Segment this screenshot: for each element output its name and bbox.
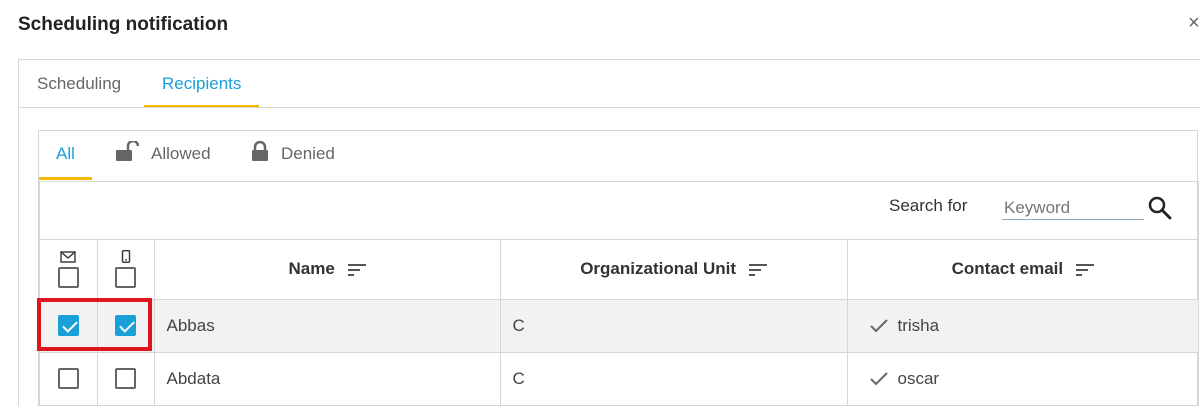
filter-denied[interactable]: Denied [234, 131, 352, 180]
highlight-annotation-box [37, 298, 152, 351]
locked-padlock-icon [252, 140, 268, 161]
search-icon[interactable] [1148, 196, 1172, 220]
check-icon [869, 372, 888, 386]
recipients-table: Name Organizational Unit Contact email A… [40, 240, 1198, 406]
organizational-unit-cell: C [500, 352, 848, 406]
mobile-column-header [97, 240, 155, 300]
dialog-title: Scheduling notification [18, 14, 229, 35]
name-header-label: Name [288, 259, 335, 279]
select-all-mobile-checkbox[interactable] [115, 267, 136, 289]
name-cell: Abbas [154, 299, 501, 353]
sort-icon[interactable] [347, 263, 366, 277]
filter-bar: All Allowed Denied [39, 131, 1199, 182]
name-cell: Abdata [154, 352, 501, 406]
contact-email-cell: oscar [847, 352, 1198, 406]
tab-recipients[interactable]: Recipients [144, 60, 260, 107]
contact-email-value: oscar [897, 368, 940, 388]
table-header-row: Name Organizational Unit Contact email [40, 240, 1198, 300]
filter-denied-label: Denied [281, 144, 335, 163]
filter-allowed[interactable]: Allowed [99, 131, 228, 180]
contact-email-value: trisha [897, 315, 940, 335]
filter-all-label: All [56, 144, 75, 163]
email-checkbox[interactable] [57, 368, 79, 389]
email-cell [40, 352, 98, 406]
email-column-header [40, 240, 98, 300]
organizational-unit-header-label: Organizational Unit [580, 259, 737, 279]
close-icon[interactable]: × [1188, 12, 1200, 35]
recipients-table-container: Search for Keyword Name Organizational U… [39, 181, 1199, 406]
select-all-email-checkbox[interactable] [57, 266, 79, 288]
tab-bar: Scheduling Recipients [19, 60, 1200, 108]
check-icon [869, 319, 888, 333]
sort-icon[interactable] [1075, 263, 1094, 277]
mobile-phone-icon [121, 250, 130, 264]
search-bar: Search for [40, 182, 1198, 240]
contact-email-header-label: Contact email [951, 259, 1064, 279]
recipients-panel: All Allowed Denied Search for Keyword Na… [38, 130, 1199, 406]
tab-scheduling[interactable]: Scheduling [19, 60, 139, 107]
table-row[interactable]: Abdata C oscar [40, 352, 1198, 406]
search-input[interactable] [1002, 196, 1144, 220]
table-row[interactable]: Abbas C trisha [40, 299, 1198, 353]
sort-icon[interactable] [748, 263, 767, 277]
tab-panel: Scheduling Recipients All Allowed Denied… [18, 59, 1200, 406]
filter-all[interactable]: All [39, 131, 92, 180]
organizational-unit-column-header[interactable]: Organizational Unit [500, 240, 848, 300]
contact-email-cell: trisha [847, 299, 1198, 353]
mobile-checkbox[interactable] [115, 368, 136, 389]
organizational-unit-cell: C [500, 299, 848, 353]
filter-allowed-label: Allowed [151, 144, 211, 163]
envelope-icon [60, 251, 76, 263]
mobile-cell [97, 352, 155, 406]
contact-email-column-header[interactable]: Contact email [847, 240, 1198, 300]
search-label: Search for [889, 196, 968, 215]
unlocked-padlock-icon [116, 139, 140, 161]
name-column-header[interactable]: Name [154, 240, 501, 300]
